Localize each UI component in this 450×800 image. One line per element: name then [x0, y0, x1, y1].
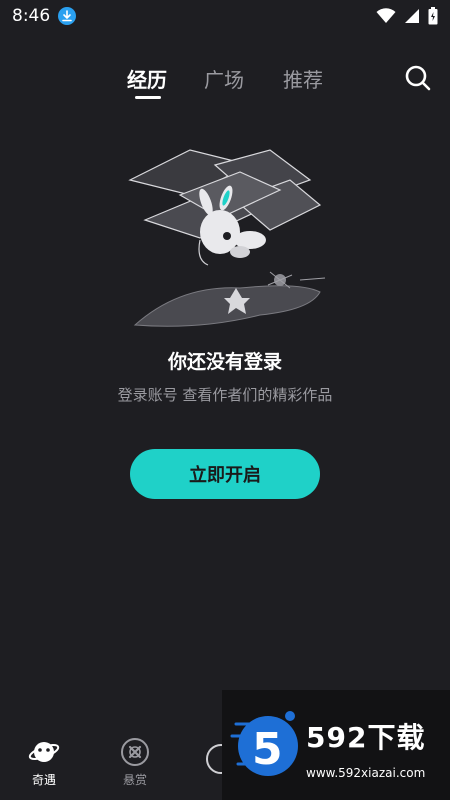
bottom-nav-label-encounter: 奇遇 — [31, 773, 56, 787]
watermark-text: 592下载 — [306, 721, 426, 754]
watermark-logo-mark: 5 — [230, 711, 298, 776]
tab-experience[interactable]: 经历 — [127, 64, 167, 93]
start-now-button[interactable]: 立即开启 — [130, 449, 320, 499]
bottom-nav-label-bounty: 悬赏 — [122, 773, 147, 787]
tab-square[interactable]: 广场 — [204, 64, 244, 93]
planet-icon — [28, 742, 60, 762]
start-now-button-label: 立即开启 — [189, 465, 261, 486]
watermark-logo: 5 592下载 www.592xiazai.com — [222, 690, 450, 800]
watermark-url: www.592xiazai.com — [306, 766, 426, 780]
signal-icon — [405, 9, 419, 23]
empty-state-title: 你还没有登录 — [167, 351, 282, 373]
download-badge-icon — [58, 7, 77, 25]
search-icon[interactable] — [404, 64, 432, 92]
bounty-icon — [121, 738, 149, 766]
top-nav: 经历 广场 推荐 — [0, 58, 450, 102]
status-right — [376, 7, 438, 25]
status-left: 8:46 — [12, 6, 77, 26]
bottom-nav-item-bounty[interactable]: 悬赏 — [105, 736, 165, 788]
empty-state-subtitle: 登录账号 查看作者们的精彩作品 — [117, 386, 333, 404]
battery-icon — [428, 7, 438, 25]
active-tab-indicator — [135, 96, 161, 99]
status-time: 8:46 — [12, 6, 51, 26]
status-bar: 8:46 — [0, 0, 450, 32]
wifi-icon — [376, 8, 396, 23]
watermark-logo-digit: 5 — [252, 724, 283, 775]
empty-state-illustration — [128, 149, 326, 327]
tab-recommend[interactable]: 推荐 — [283, 64, 323, 93]
bottom-nav-item-encounter[interactable]: 奇遇 — [14, 736, 74, 788]
